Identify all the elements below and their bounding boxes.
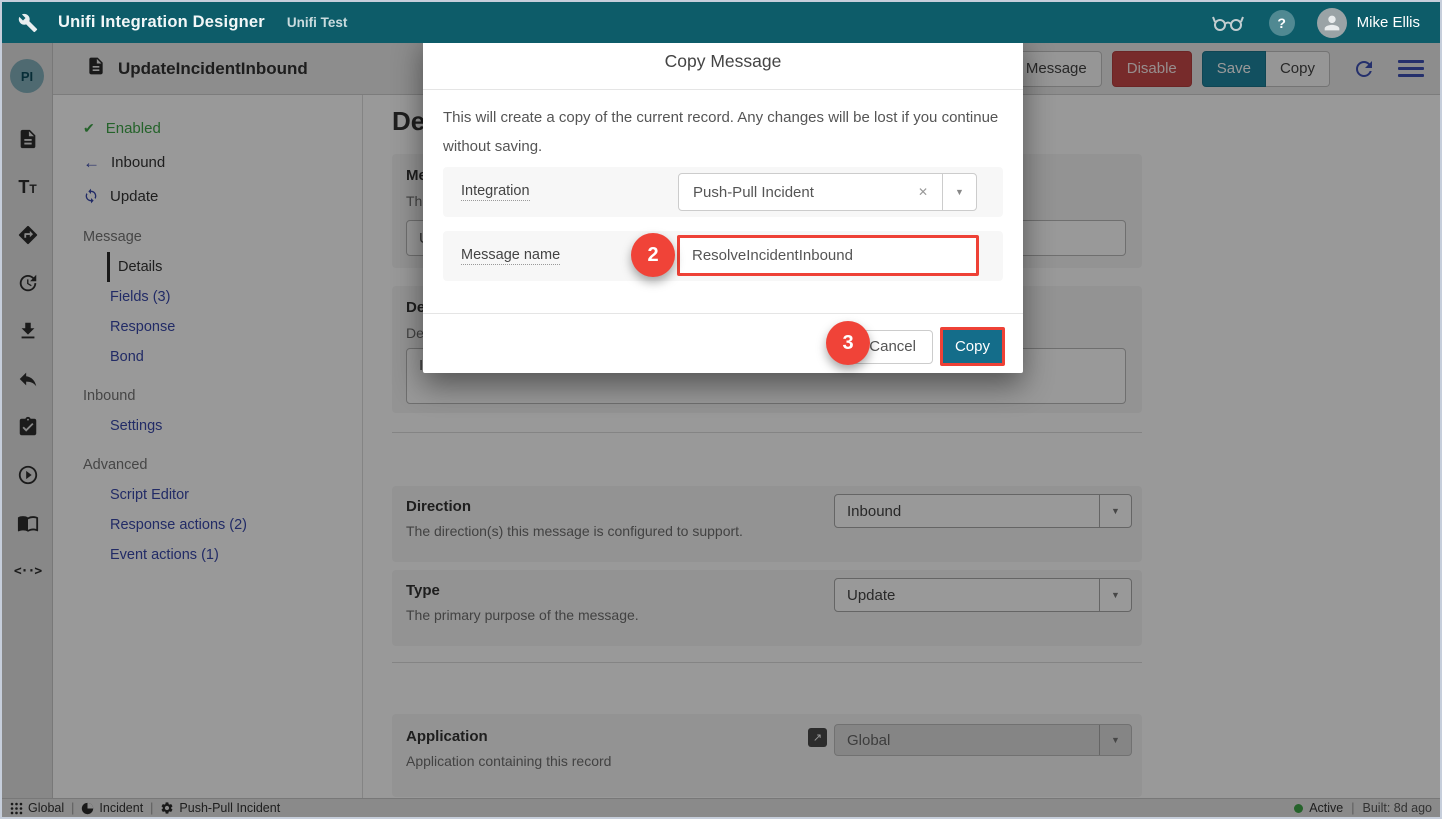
integration-field-label: Integration (461, 183, 530, 201)
message-name-field-label: Message name (461, 247, 560, 265)
workspace-label: Unifi Test (287, 15, 348, 30)
integration-select[interactable]: Push-Pull Incident ✕ ▼ (678, 173, 977, 211)
chevron-down-icon[interactable]: ▼ (942, 174, 976, 210)
modal-copy-button[interactable]: Copy (940, 327, 1005, 366)
annotation-step-3: 3 (826, 321, 870, 365)
user-avatar (1317, 8, 1347, 38)
preview-glasses-icon[interactable] (1211, 14, 1247, 32)
integration-row: Integration Push-Pull Incident ✕ ▼ (443, 167, 1003, 217)
message-name-modal-input[interactable] (677, 235, 979, 276)
modal-footer-divider (423, 313, 1023, 314)
user-name: Mike Ellis (1357, 14, 1420, 31)
clear-icon[interactable]: ✕ (914, 181, 932, 203)
top-header: Unifi Integration Designer Unifi Test ? … (2, 2, 1440, 43)
message-name-row: Message name (443, 231, 1003, 281)
user-menu[interactable]: Mike Ellis (1317, 8, 1420, 38)
app-window: Unifi Integration Designer Unifi Test ? … (0, 0, 1442, 819)
modal-body-text: This will create a copy of the current r… (423, 90, 1023, 161)
copy-message-modal: Copy Message This will create a copy of … (423, 33, 1023, 373)
help-icon[interactable]: ? (1269, 10, 1295, 36)
annotation-step-2: 2 (631, 233, 675, 277)
wrench-icon (18, 13, 38, 33)
app-title: Unifi Integration Designer (58, 13, 265, 32)
integration-select-value: Push-Pull Incident (693, 184, 814, 201)
